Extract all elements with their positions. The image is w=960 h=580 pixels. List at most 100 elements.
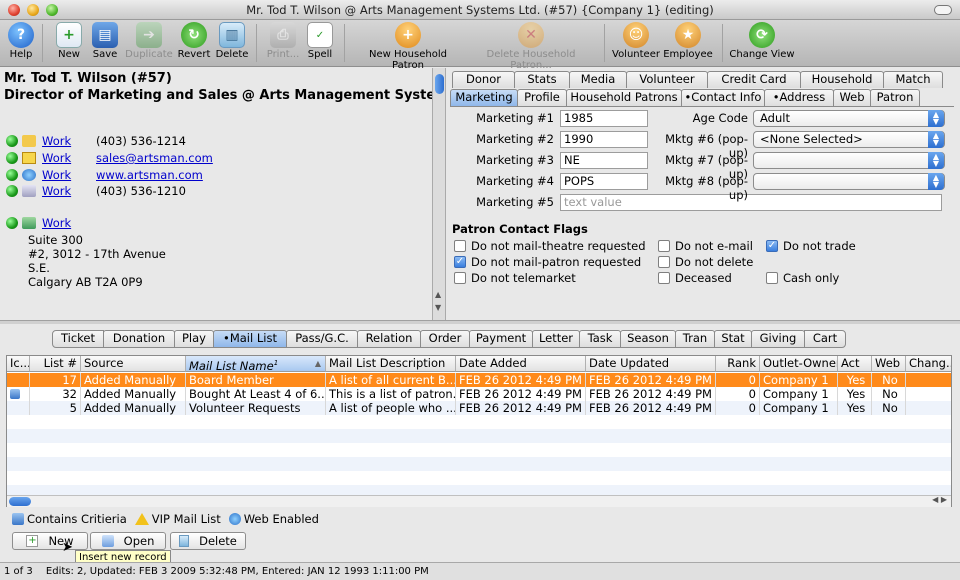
column-header-outlet-owner[interactable]: Outlet-Owner [760, 356, 838, 372]
toolbar-toggle-button[interactable] [934, 5, 952, 15]
tab-profile[interactable]: Profile [517, 89, 567, 106]
tab-pass-gc[interactable]: Pass/G.C. [286, 330, 358, 348]
column-header-rank[interactable]: Rank [716, 356, 760, 372]
column-header-date-added[interactable]: Date Added [456, 356, 586, 372]
tab-task[interactable]: Task [579, 330, 621, 348]
mktg-7-select[interactable]: ▲ ▼ [753, 152, 945, 169]
tab-stats[interactable]: Stats [514, 71, 570, 88]
delete-record-button[interactable]: Delete [170, 532, 246, 550]
volunteer-button[interactable]: ☺ Volunteer [612, 22, 660, 64]
save-button[interactable]: ▤ Save [88, 22, 122, 64]
tab-giving[interactable]: Giving [751, 330, 805, 348]
new-button[interactable]: + New [52, 22, 86, 64]
flag-no-trade[interactable]: ✓ Do not trade [766, 239, 856, 253]
help-button[interactable]: ? Help [4, 22, 38, 64]
flag-no-email[interactable]: Do not e-mail [658, 239, 753, 253]
checkbox[interactable] [658, 240, 670, 252]
detail-scrollbar[interactable]: ▲ ▼ [432, 68, 446, 320]
checkbox-checked[interactable]: ✓ [766, 240, 778, 252]
delete-household-patron-button[interactable]: ✕ Delete Household Patron... [466, 22, 596, 71]
checkbox-checked[interactable]: ✓ [454, 256, 466, 268]
tab-media[interactable]: Media [569, 71, 627, 88]
marketing-3-field[interactable]: NE [560, 152, 648, 169]
tab-web[interactable]: Web [833, 89, 871, 106]
scroll-thumb[interactable] [9, 497, 31, 506]
checkbox[interactable] [658, 256, 670, 268]
tab-volunteer[interactable]: Volunteer [626, 71, 708, 88]
flag-no-mail-patron[interactable]: ✓ Do not mail-patron requested [454, 255, 641, 269]
checkbox[interactable] [766, 272, 778, 284]
marketing-5-field[interactable]: text value [560, 194, 942, 211]
tab-relation[interactable]: Relation [357, 330, 421, 348]
flag-no-mail-theatre[interactable]: Do not mail-theatre requested [454, 239, 646, 253]
flag-cash-only[interactable]: Cash only [766, 271, 839, 285]
duplicate-button[interactable]: ➔ Duplicate [124, 22, 174, 64]
contact-type-link[interactable]: Work [42, 168, 96, 182]
website-link[interactable]: www.artsman.com [96, 168, 203, 182]
age-code-select[interactable]: Adult ▲ ▼ [753, 110, 945, 127]
tab-marketing[interactable]: Marketing [450, 89, 518, 106]
open-record-button[interactable]: Open [90, 532, 166, 550]
contact-type-link[interactable]: Work [42, 184, 96, 198]
tab-cart[interactable]: Cart [804, 330, 846, 348]
scroll-arrows-icon[interactable]: ◀ ▶ [932, 495, 947, 504]
tab-stat[interactable]: Stat [714, 330, 752, 348]
marketing-2-field[interactable]: 1990 [560, 131, 648, 148]
scroll-thumb[interactable] [435, 74, 444, 94]
contact-type-link[interactable]: Work [42, 151, 96, 165]
address-type-link[interactable]: Work [42, 216, 71, 230]
tab-donor[interactable]: Donor [452, 71, 515, 88]
table-row[interactable]: 17 Added Manually Board Member A list of… [7, 373, 951, 387]
tab-order[interactable]: Order [420, 330, 470, 348]
column-header-changed[interactable]: Chang... [906, 356, 951, 372]
table-horizontal-scrollbar[interactable]: ◀ ▶ [7, 495, 951, 507]
contact-type-link[interactable]: Work [42, 134, 96, 148]
flag-deceased[interactable]: Deceased [658, 271, 732, 285]
tab-letter[interactable]: Letter [532, 330, 580, 348]
column-header-list-number[interactable]: List # [30, 356, 81, 372]
tab-mail-list[interactable]: •Mail List [213, 330, 287, 348]
email-link[interactable]: sales@artsman.com [96, 151, 213, 165]
flag-no-delete[interactable]: Do not delete [658, 255, 753, 269]
tab-patron[interactable]: Patron [870, 89, 920, 106]
scroll-up-arrow-icon[interactable]: ▲ [435, 290, 441, 299]
mktg-8-select[interactable]: ▲ ▼ [753, 173, 945, 190]
spell-button[interactable]: ✓ Spell [302, 22, 338, 64]
column-header-mail-list-name[interactable]: Mail List Name1 ▲ [186, 356, 326, 372]
tab-season[interactable]: Season [620, 330, 676, 348]
column-header-description[interactable]: Mail List Description [326, 356, 456, 372]
checkbox[interactable] [658, 272, 670, 284]
column-header-date-updated[interactable]: Date Updated [586, 356, 716, 372]
tab-match[interactable]: Match [883, 71, 943, 88]
tab-address[interactable]: •Address [764, 89, 834, 106]
change-view-button[interactable]: ⟳ Change View [728, 22, 796, 64]
tab-play[interactable]: Play [174, 330, 214, 348]
table-row[interactable]: 32 Added Manually Bought At Least 4 of 6… [7, 387, 951, 401]
checkbox[interactable] [454, 272, 466, 284]
tab-contact-info[interactable]: •Contact Info [681, 89, 765, 106]
new-household-patron-button[interactable]: + New Household Patron [352, 22, 464, 71]
column-header-act[interactable]: Act [838, 356, 872, 372]
print-button[interactable]: ⎙ Print... [264, 22, 302, 64]
scroll-down-arrow-icon[interactable]: ▼ [435, 303, 441, 312]
new-record-button[interactable]: + New [12, 532, 88, 550]
tab-household[interactable]: Household [800, 71, 884, 88]
column-header-icon[interactable]: Ic... [7, 356, 30, 372]
mktg-6-select[interactable]: <None Selected> ▲ ▼ [753, 131, 945, 148]
tab-payment[interactable]: Payment [469, 330, 533, 348]
marketing-4-field[interactable]: POPS [560, 173, 648, 190]
tab-donation[interactable]: Donation [103, 330, 175, 348]
tab-ticket[interactable]: Ticket [52, 330, 104, 348]
employee-button[interactable]: ★ Employee [662, 22, 714, 64]
column-header-web[interactable]: Web [872, 356, 906, 372]
revert-button[interactable]: ↻ Revert [176, 22, 212, 64]
column-header-source[interactable]: Source [81, 356, 186, 372]
flag-no-telemarket[interactable]: Do not telemarket [454, 271, 576, 285]
delete-toolbar-button[interactable]: ▥ Delete [214, 22, 250, 64]
marketing-1-field[interactable]: 1985 [560, 110, 648, 127]
pane-splitter[interactable] [0, 320, 960, 324]
tab-household-patrons[interactable]: Household Patrons [566, 89, 682, 106]
tab-credit-card[interactable]: Credit Card [707, 71, 801, 88]
table-row[interactable]: 5 Added Manually Volunteer Requests A li… [7, 401, 951, 415]
checkbox[interactable] [454, 240, 466, 252]
